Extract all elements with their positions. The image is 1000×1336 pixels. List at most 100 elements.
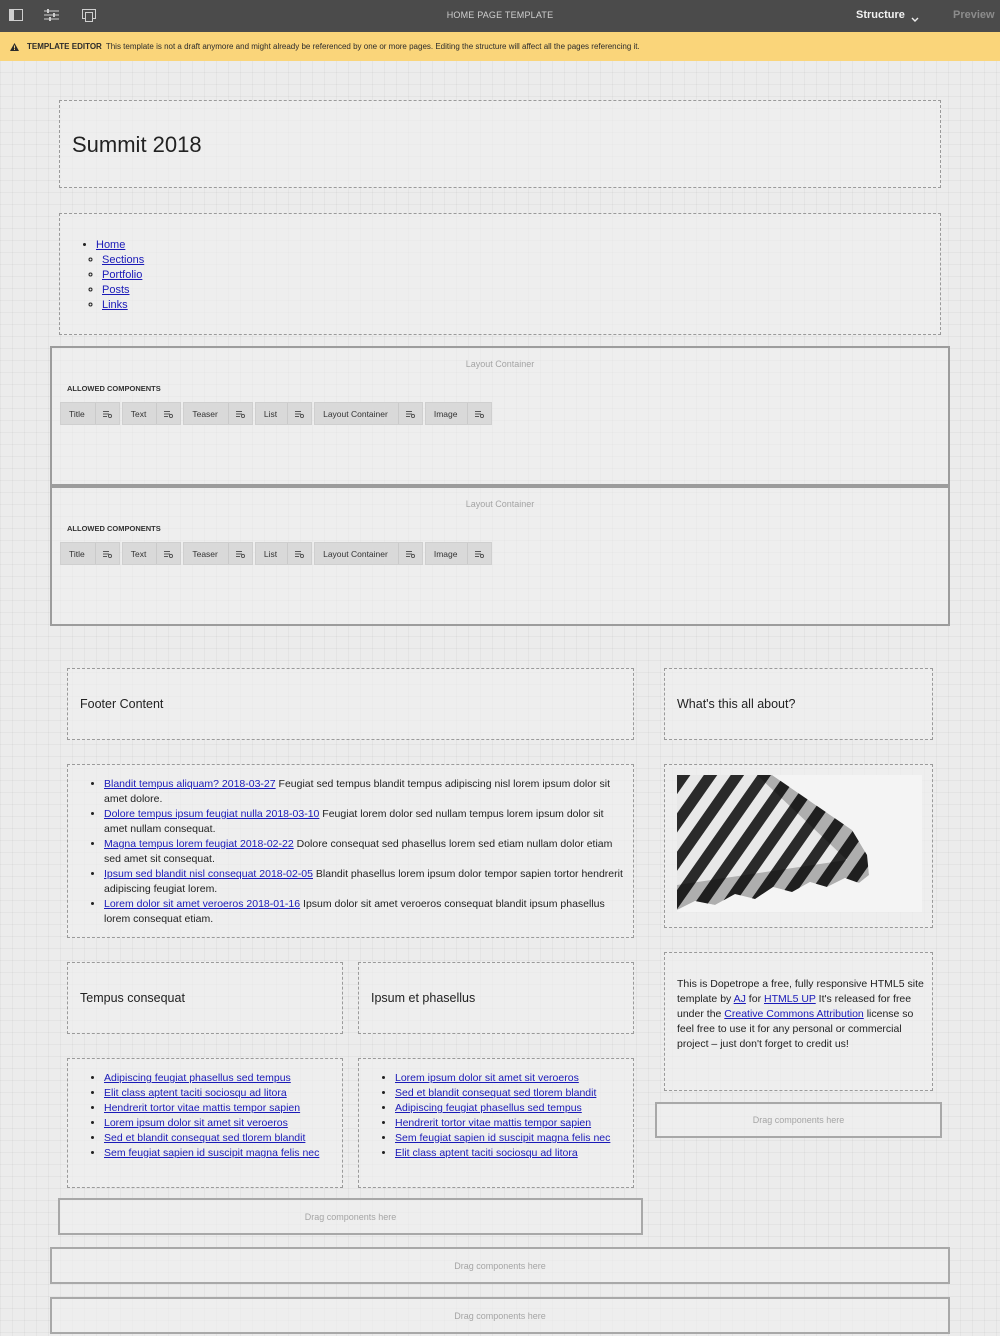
list-item: Lorem ipsum dolor sit amet sit veroeros <box>395 1071 625 1086</box>
tempus-links-component[interactable]: Adipiscing feugiat phasellus sed tempus … <box>67 1058 343 1188</box>
policy-icon[interactable] <box>397 543 422 564</box>
nav-link-home[interactable]: Home <box>96 239 125 251</box>
nav-link-sections[interactable]: Sections <box>102 254 144 266</box>
preview-button[interactable]: Preview <box>953 9 995 21</box>
policy-icon[interactable] <box>227 403 252 424</box>
nav-list: Home Sections Portfolio Posts Links <box>96 238 144 313</box>
policy-icon[interactable] <box>397 403 422 424</box>
list-item: Elit class aptent taciti sociosqu ad lit… <box>395 1146 625 1161</box>
allowed-components-title: ALLOWED COMPONENTS <box>67 384 161 393</box>
component-chip-image[interactable]: Image <box>424 402 493 425</box>
about-text-component[interactable]: This is Dopetrope a free, fully responsi… <box>664 952 933 1091</box>
ipsum-heading-component[interactable]: Ipsum et phasellus <box>358 962 634 1034</box>
component-chip-layout-container[interactable]: Layout Container <box>314 542 423 565</box>
list-link[interactable]: Adipiscing feugiat phasellus sed tempus <box>104 1072 291 1084</box>
allowed-components-list: Title Text Teaser List Layout Container … <box>60 542 493 565</box>
list-link[interactable]: Sed et blandit consequat sed tlorem blan… <box>104 1132 305 1144</box>
component-chip-text[interactable]: Text <box>121 402 182 425</box>
footer-heading-component[interactable]: Footer Content <box>67 668 634 740</box>
feed-link[interactable]: Dolore tempus ipsum feugiat nulla 2018-0… <box>104 808 319 820</box>
list-item: Adipiscing feugiat phasellus sed tempus <box>104 1071 334 1086</box>
policy-icon[interactable] <box>156 543 180 564</box>
ipsum-links-component[interactable]: Lorem ipsum dolor sit amet sit veroeros … <box>358 1058 634 1188</box>
component-chip-teaser[interactable]: Teaser <box>183 402 253 425</box>
drag-drop-zone[interactable]: Drag components here <box>58 1198 643 1235</box>
awning-image <box>677 775 922 912</box>
list-link[interactable]: Hendrerit tortor vitae mattis tempor sap… <box>395 1117 591 1129</box>
component-chip-text[interactable]: Text <box>121 542 182 565</box>
list-link[interactable]: Sem feugiat sapien id suscipit magna fel… <box>395 1132 610 1144</box>
license-link[interactable]: Creative Commons Attribution <box>724 1008 863 1020</box>
policy-icon[interactable] <box>227 543 252 564</box>
list-item: Elit class aptent taciti sociosqu ad lit… <box>104 1086 334 1101</box>
list-link[interactable]: Adipiscing feugiat phasellus sed tempus <box>395 1102 582 1114</box>
list-item: Hendrerit tortor vitae mattis tempor sap… <box>104 1101 334 1116</box>
about-text: This is Dopetrope a free, fully responsi… <box>677 978 924 1050</box>
link-list: Lorem ipsum dolor sit amet sit veroeros … <box>395 1071 625 1161</box>
page-title: HOME PAGE TEMPLATE <box>446 10 554 20</box>
list-item: Magna tempus lorem feugiat 2018-02-22 Do… <box>104 837 624 867</box>
component-chip-title[interactable]: Title <box>60 542 120 565</box>
list-item: Lorem dolor sit amet veroeros 2018-01-16… <box>104 897 624 927</box>
title-component[interactable]: Summit 2018 <box>59 100 941 188</box>
list-link[interactable]: Sed et blandit consequat sed tlorem blan… <box>395 1087 596 1099</box>
feed-link[interactable]: Magna tempus lorem feugiat 2018-02-22 <box>104 838 294 850</box>
drag-drop-zone[interactable]: Drag components here <box>50 1297 950 1334</box>
policy-icon[interactable] <box>467 403 491 424</box>
chevron-down-icon[interactable] <box>911 10 919 28</box>
policy-icon[interactable] <box>156 403 180 424</box>
list-item: Dolore tempus ipsum feugiat nulla 2018-0… <box>104 807 624 837</box>
banner-message: This template is not a draft anymore and… <box>105 42 640 51</box>
list-link[interactable]: Hendrerit tortor vitae mattis tempor sap… <box>104 1102 300 1114</box>
policy-icon[interactable] <box>94 403 119 424</box>
html5up-link[interactable]: HTML5 UP <box>764 993 816 1005</box>
list-item: Sem feugiat sapien id suscipit magna fel… <box>104 1146 334 1161</box>
footer-list-component[interactable]: Blandit tempus aliquam? 2018-03-27 Feugi… <box>67 764 634 938</box>
list-item: Sem feugiat sapien id suscipit magna fel… <box>395 1131 625 1146</box>
list-item: Lorem ipsum dolor sit amet sit veroeros <box>104 1116 334 1131</box>
component-chip-teaser[interactable]: Teaser <box>183 542 253 565</box>
allowed-components-list: Title Text Teaser List Layout Container … <box>60 402 493 425</box>
layout-container[interactable]: Layout Container ALLOWED COMPONENTS Titl… <box>50 346 950 486</box>
component-chip-image[interactable]: Image <box>424 542 493 565</box>
list-link[interactable]: Elit class aptent taciti sociosqu ad lit… <box>395 1147 578 1159</box>
nav-item-home: Home Sections Portfolio Posts Links <box>96 238 144 313</box>
component-chip-layout-container[interactable]: Layout Container <box>314 402 423 425</box>
policy-icon[interactable] <box>287 403 311 424</box>
nav-link-links[interactable]: Links <box>102 299 128 311</box>
warning-icon <box>10 42 19 51</box>
mode-selector[interactable]: Structure <box>856 9 905 21</box>
component-chip-list[interactable]: List <box>254 542 313 565</box>
banner-label: TEMPLATE EDITOR <box>27 42 102 51</box>
navigation-component[interactable]: Home Sections Portfolio Posts Links <box>59 213 941 335</box>
component-chip-list[interactable]: List <box>254 402 313 425</box>
tempus-heading-component[interactable]: Tempus consequat <box>67 962 343 1034</box>
drag-drop-zone[interactable]: Drag components here <box>655 1102 942 1138</box>
policy-icon[interactable] <box>287 543 311 564</box>
about-heading-component[interactable]: What's this all about? <box>664 668 933 740</box>
layout-container-label: Layout Container <box>465 359 535 369</box>
nav-link-portfolio[interactable]: Portfolio <box>102 269 142 281</box>
feed-link[interactable]: Lorem dolor sit amet veroeros 2018-01-16 <box>104 898 300 910</box>
layout-container[interactable]: Layout Container ALLOWED COMPONENTS Titl… <box>50 486 950 626</box>
list-link[interactable]: Lorem ipsum dolor sit amet sit veroeros <box>104 1117 288 1129</box>
list-item: Blandit tempus aliquam? 2018-03-27 Feugi… <box>104 777 624 807</box>
list-item: Ipsum sed blandit nisl consequat 2018-02… <box>104 867 624 897</box>
author-link[interactable]: AJ <box>734 993 746 1005</box>
policy-icon[interactable] <box>467 543 491 564</box>
image-component[interactable] <box>664 764 933 928</box>
list-link[interactable]: Elit class aptent taciti sociosqu ad lit… <box>104 1087 287 1099</box>
nav-link-posts[interactable]: Posts <box>102 284 130 296</box>
feed-list: Blandit tempus aliquam? 2018-03-27 Feugi… <box>104 777 624 927</box>
feed-link[interactable]: Ipsum sed blandit nisl consequat 2018-02… <box>104 868 313 880</box>
policy-icon[interactable] <box>94 543 119 564</box>
list-item: Sed et blandit consequat sed tlorem blan… <box>104 1131 334 1146</box>
component-chip-title[interactable]: Title <box>60 402 120 425</box>
list-link[interactable]: Sem feugiat sapien id suscipit magna fel… <box>104 1147 319 1159</box>
list-link[interactable]: Lorem ipsum dolor sit amet sit veroeros <box>395 1072 579 1084</box>
column-heading: Tempus consequat <box>80 991 185 1005</box>
site-title: Summit 2018 <box>72 132 202 157</box>
list-item: Hendrerit tortor vitae mattis tempor sap… <box>395 1116 625 1131</box>
drag-drop-zone[interactable]: Drag components here <box>50 1247 950 1284</box>
feed-link[interactable]: Blandit tempus aliquam? 2018-03-27 <box>104 778 276 790</box>
